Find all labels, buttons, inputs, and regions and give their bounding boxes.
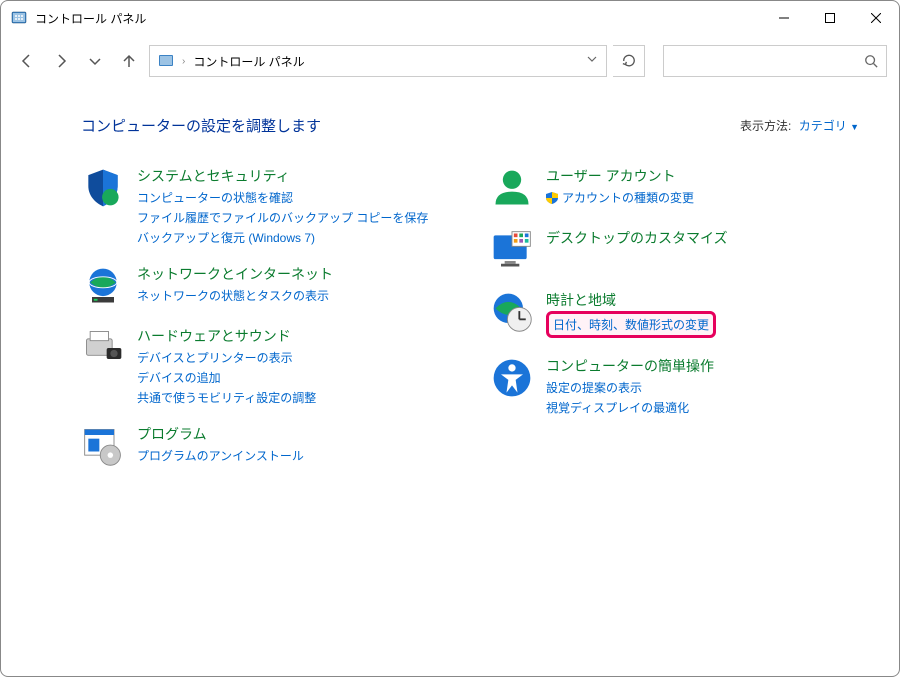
chevron-down-icon[interactable] [586, 52, 598, 70]
category-column-left: システムとセキュリティ コンピューターの状態を確認 ファイル履歴でファイルのバッ… [81, 166, 450, 468]
category-link[interactable]: プログラムのアンインストール [137, 447, 304, 464]
view-by-value: カテゴリ [799, 119, 847, 133]
category-system-security: システムとセキュリティ コンピューターの状態を確認 ファイル履歴でファイルのバッ… [81, 166, 450, 246]
category-title[interactable]: ハードウェアとサウンド [137, 326, 316, 346]
breadcrumb-path[interactable]: コントロール パネル [193, 53, 304, 70]
category-link[interactable]: 共通で使うモビリティ設定の調整 [137, 389, 316, 406]
user-icon [490, 166, 534, 210]
category-ease-of-access: コンピューターの簡単操作 設定の提案の表示 視覚ディスプレイの最適化 [490, 356, 859, 416]
content-area: コンピューターの設定を調整します 表示方法: カテゴリ ▼ システムとセキュリテ… [1, 87, 899, 468]
clock-globe-icon [490, 290, 534, 334]
search-icon [864, 54, 878, 68]
programs-icon [81, 424, 125, 468]
category-title[interactable]: プログラム [137, 424, 304, 444]
category-link-date-time-format[interactable]: 日付、時刻、数値形式の変更 [553, 316, 709, 333]
close-button[interactable] [853, 1, 899, 35]
recent-button[interactable] [81, 47, 109, 75]
category-link[interactable]: デバイスの追加 [137, 369, 316, 386]
uac-shield-icon [546, 192, 558, 204]
address-bar[interactable]: › コントロール パネル [149, 45, 607, 77]
category-link[interactable]: デバイスとプリンターの表示 [137, 349, 316, 366]
category-clock-region: 時計と地域 日付、時刻、数値形式の変更 [490, 290, 859, 338]
page-heading: コンピューターの設定を調整します [81, 115, 321, 136]
category-link[interactable]: アカウントの種類の変更 [546, 189, 694, 206]
category-title[interactable]: デスクトップのカスタマイズ [546, 228, 728, 248]
window-titlebar: コントロール パネル [1, 1, 899, 35]
breadcrumb-separator: › [182, 56, 185, 67]
category-programs: プログラム プログラムのアンインストール [81, 424, 450, 468]
shield-icon [81, 166, 125, 210]
search-input[interactable] [663, 45, 887, 77]
control-panel-icon [158, 53, 174, 69]
category-link[interactable]: ネットワークの状態とタスクの表示 [137, 287, 333, 304]
category-link[interactable]: 視覚ディスプレイの最適化 [546, 399, 714, 416]
category-link[interactable]: コンピューターの状態を確認 [137, 189, 428, 206]
category-title[interactable]: ユーザー アカウント [546, 166, 694, 186]
category-link[interactable]: ファイル履歴でファイルのバックアップ コピーを保存 [137, 209, 428, 226]
navigation-toolbar: › コントロール パネル [1, 35, 899, 87]
category-hardware: ハードウェアとサウンド デバイスとプリンターの表示 デバイスの追加 共通で使うモ… [81, 326, 450, 406]
view-by-label: 表示方法: [740, 119, 791, 133]
category-link[interactable]: 設定の提案の表示 [546, 379, 714, 396]
control-panel-icon [11, 10, 27, 26]
category-desktop-customize: デスクトップのカスタマイズ [490, 228, 859, 272]
category-link[interactable]: バックアップと復元 (Windows 7) [137, 229, 428, 246]
accessibility-icon [490, 356, 534, 400]
window-title: コントロール パネル [35, 10, 146, 27]
forward-button[interactable] [47, 47, 75, 75]
category-title[interactable]: システムとセキュリティ [137, 166, 428, 186]
chevron-down-icon: ▼ [850, 122, 859, 132]
back-button[interactable] [13, 47, 41, 75]
category-column-right: ユーザー アカウント アカウントの種類の変更 デスクトップのカスタマイズ 時計と… [490, 166, 859, 468]
up-button[interactable] [115, 47, 143, 75]
globe-icon [81, 264, 125, 308]
highlighted-link: 日付、時刻、数値形式の変更 [546, 311, 716, 338]
maximize-button[interactable] [807, 1, 853, 35]
view-by-selector[interactable]: 表示方法: カテゴリ ▼ [740, 117, 859, 134]
printer-icon [81, 326, 125, 370]
desktop-icon [490, 228, 534, 272]
minimize-button[interactable] [761, 1, 807, 35]
category-title[interactable]: 時計と地域 [546, 290, 716, 310]
category-user-accounts: ユーザー アカウント アカウントの種類の変更 [490, 166, 859, 210]
category-title[interactable]: コンピューターの簡単操作 [546, 356, 714, 376]
category-title[interactable]: ネットワークとインターネット [137, 264, 333, 284]
category-network: ネットワークとインターネット ネットワークの状態とタスクの表示 [81, 264, 450, 308]
refresh-button[interactable] [613, 45, 645, 77]
